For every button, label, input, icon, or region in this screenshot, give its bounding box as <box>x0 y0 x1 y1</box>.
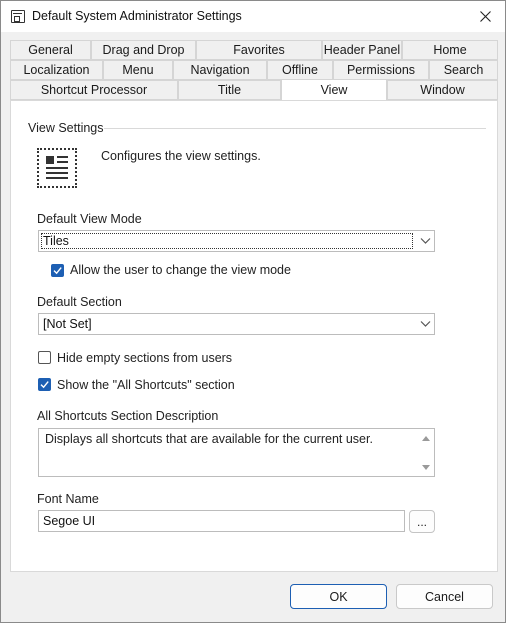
tab-view[interactable]: View <box>281 79 387 100</box>
default-section-value: [Not Set] <box>43 317 92 331</box>
tab-favorites[interactable]: Favorites <box>196 40 322 60</box>
show-all-shortcuts-checkbox[interactable] <box>38 378 51 391</box>
view-settings-panel: View Settings Configures the view settin… <box>10 100 498 572</box>
tab-drag-and-drop[interactable]: Drag and Drop <box>91 40 196 60</box>
font-browse-button[interactable]: ... <box>409 510 435 533</box>
tab-title[interactable]: Title <box>178 80 281 100</box>
view-layout-icon <box>37 148 77 188</box>
tab-menu[interactable]: Menu <box>103 60 173 80</box>
allow-change-view-mode-checkbox[interactable] <box>51 264 64 277</box>
tab-localization[interactable]: Localization <box>10 60 103 80</box>
tab-window[interactable]: Window <box>387 80 498 100</box>
show-all-shortcuts-label: Show the "All Shortcuts" section <box>57 378 235 392</box>
tab-header-panel[interactable]: Header Panel <box>322 40 402 60</box>
view-settings-description: Configures the view settings. <box>101 149 261 163</box>
hide-empty-sections-checkbox[interactable] <box>38 351 51 364</box>
font-name-field[interactable]: Segoe UI <box>38 510 405 532</box>
group-divider <box>104 128 486 129</box>
chevron-down-icon <box>420 321 431 327</box>
font-name-value: Segoe UI <box>43 514 96 528</box>
default-section-label: Default Section <box>37 295 122 309</box>
font-name-label: Font Name <box>37 492 99 506</box>
ok-button[interactable]: OK <box>290 584 387 609</box>
checkmark-icon <box>53 267 62 275</box>
group-label: View Settings <box>28 121 104 135</box>
settings-dialog: Default System Administrator Settings Ge… <box>0 0 506 623</box>
tab-offline[interactable]: Offline <box>267 60 333 80</box>
title-bar: Default System Administrator Settings <box>1 1 505 32</box>
window-title: Default System Administrator Settings <box>32 9 242 23</box>
all-shortcuts-description-value: Displays all shortcuts that are availabl… <box>45 432 373 446</box>
tab-navigation[interactable]: Navigation <box>173 60 267 80</box>
scroll-up-arrow-icon[interactable] <box>421 434 431 442</box>
default-section-select[interactable]: [Not Set] <box>38 313 435 335</box>
focus-rect <box>41 233 413 249</box>
tab-shortcut-processor[interactable]: Shortcut Processor <box>10 80 178 100</box>
chevron-down-icon <box>420 238 431 244</box>
hide-empty-sections-label: Hide empty sections from users <box>57 351 233 365</box>
allow-change-view-mode-label: Allow the user to change the view mode <box>70 263 291 277</box>
default-view-mode-label: Default View Mode <box>37 212 142 226</box>
all-shortcuts-description-label: All Shortcuts Section Description <box>37 409 219 423</box>
tab-home[interactable]: Home <box>402 40 498 60</box>
tab-search[interactable]: Search <box>429 60 498 80</box>
cancel-button[interactable]: Cancel <box>396 584 493 609</box>
close-button[interactable] <box>465 1 505 32</box>
tab-permissions[interactable]: Permissions <box>333 60 429 80</box>
default-view-mode-select[interactable]: Tiles <box>38 230 435 252</box>
scroll-down-arrow-icon[interactable] <box>421 464 431 472</box>
tab-general[interactable]: General <box>10 40 91 60</box>
default-view-mode-value: Tiles <box>43 234 69 248</box>
checkmark-icon <box>40 381 49 389</box>
close-icon <box>479 11 491 22</box>
tab-strip: General Drag and Drop Favorites Header P… <box>10 40 498 100</box>
window-settings-icon <box>11 10 25 23</box>
all-shortcuts-description-textarea[interactable]: Displays all shortcuts that are availabl… <box>38 428 435 477</box>
